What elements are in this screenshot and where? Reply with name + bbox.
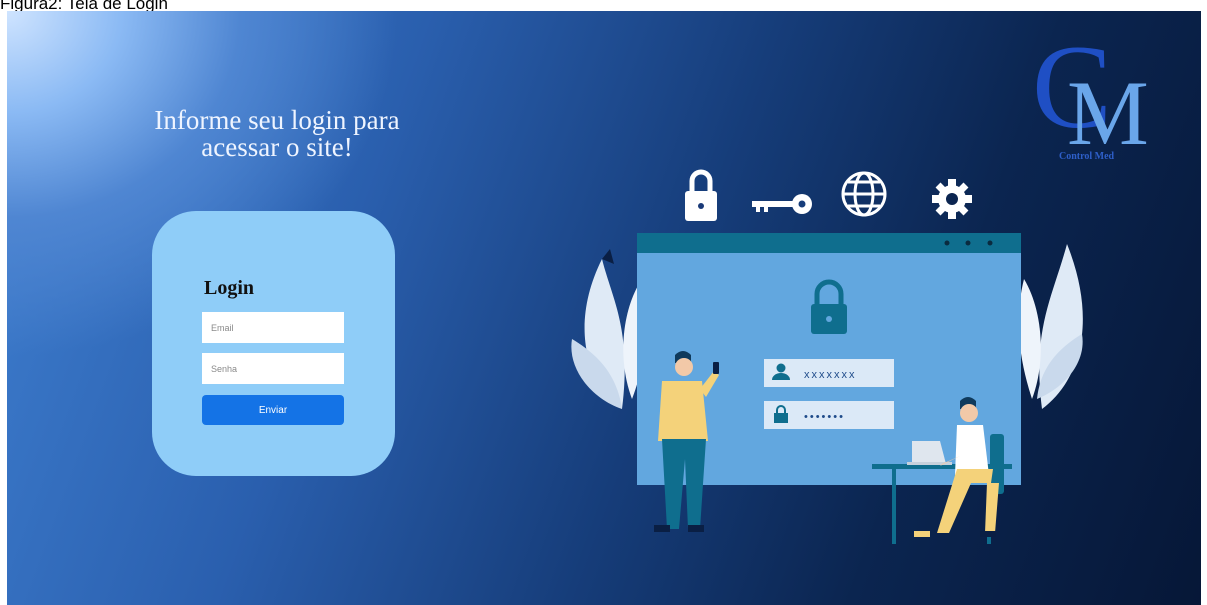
password-field[interactable] <box>202 353 344 384</box>
email-field[interactable] <box>202 312 344 343</box>
illustration-username-field: xxxxxxx <box>764 359 894 387</box>
illustration-password-field: ••••••• <box>764 401 894 429</box>
login-title: Login <box>204 277 255 299</box>
headline-line-2: acessar o site! <box>201 132 353 162</box>
right-leaves <box>1018 244 1083 409</box>
key-icon <box>752 194 812 214</box>
login-page: Informe seu login para acessar o site! L… <box>7 11 1201 605</box>
left-leaves <box>571 249 648 409</box>
gear-icon <box>932 179 972 219</box>
security-illustration: xxxxxxx ••••••• <box>571 169 1083 544</box>
password-mask: ••••••• <box>804 411 845 423</box>
logo-letter-m: M <box>1067 62 1149 164</box>
lock-icon <box>685 169 717 221</box>
username-mask: xxxxxxx <box>804 369 857 381</box>
submit-button[interactable]: Enviar <box>202 395 344 425</box>
headline-line-1: Informe seu login para <box>154 105 400 135</box>
globe-icon <box>841 171 887 217</box>
page-headline: Informe seu login para acessar o site! <box>127 107 427 161</box>
login-card: Login Enviar <box>152 211 395 476</box>
